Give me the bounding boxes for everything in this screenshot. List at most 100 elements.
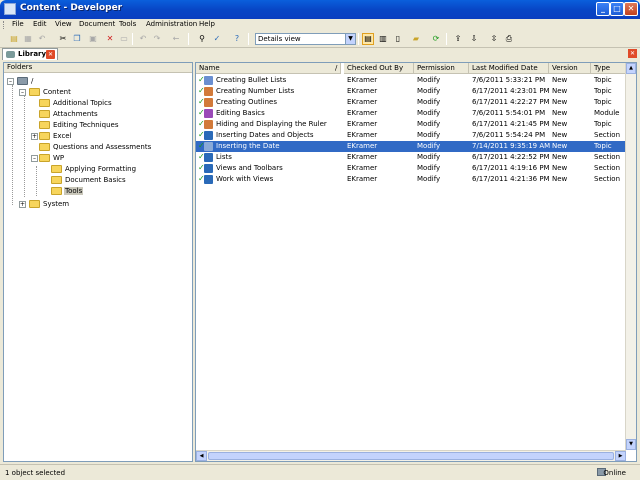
refresh-icon[interactable]: ⟳ — [430, 33, 442, 45]
menubar-grip[interactable] — [3, 21, 6, 29]
collapse-icon[interactable]: – — [7, 78, 14, 85]
spell-check-icon[interactable]: ✓ — [211, 33, 223, 45]
menu-administration[interactable]: Administration — [146, 20, 197, 28]
maximize-button[interactable]: □ — [610, 2, 624, 16]
chevron-down-icon[interactable]: ▼ — [345, 34, 355, 44]
cell-name: Hiding and Displaying the Ruler — [216, 120, 327, 128]
menu-view[interactable]: View — [55, 20, 72, 28]
cell-version: New — [552, 87, 568, 95]
table-row[interactable]: ✓ Inserting the Date EKramer Modify 7/14/201… — [196, 141, 626, 152]
help-icon[interactable]: ? — [231, 33, 243, 45]
scroll-up-icon[interactable]: ▲ — [626, 63, 636, 74]
vertical-scrollbar[interactable]: ▲ ▼ — [625, 63, 636, 450]
column-header-name[interactable]: Name — [196, 63, 341, 74]
cell-checked-out-by: EKramer — [347, 131, 378, 139]
menu-help[interactable]: Help — [199, 20, 215, 28]
publish-icon[interactable]: ⎙ — [503, 33, 515, 45]
table-row[interactable]: ✓ Work with Views EKramer Modify 6/17/2011 4… — [196, 174, 626, 185]
collapse-icon[interactable]: – — [19, 89, 26, 96]
folder-icon — [39, 154, 50, 162]
properties-icon[interactable]: ▭ — [118, 33, 130, 45]
tab-label: Library — [18, 50, 47, 58]
tree-label: Additional Topics — [53, 99, 112, 107]
window-title: Content - Developer — [20, 3, 123, 13]
export-icon[interactable]: ⇳ — [488, 33, 500, 45]
folder-up-icon[interactable]: ▰ — [410, 33, 422, 45]
close-button[interactable]: ✕ — [624, 2, 638, 16]
redo-icon[interactable]: ↷ — [151, 33, 163, 45]
table-row[interactable]: ✓ Creating Outlines EKramer Modify 6/17/2011… — [196, 97, 626, 108]
expand-icon[interactable]: + — [19, 201, 26, 208]
columns-view-icon[interactable]: ▯ — [392, 33, 404, 45]
tree-line — [24, 96, 25, 197]
undo-icon[interactable]: ↶ — [137, 33, 149, 45]
menu-tools[interactable]: Tools — [119, 20, 136, 28]
column-header-type[interactable]: Type — [591, 63, 626, 74]
panel-close-icon[interactable]: ✕ — [628, 49, 637, 58]
column-header-version[interactable]: Version — [549, 63, 591, 74]
minimize-button[interactable]: _ — [596, 2, 610, 16]
tree-line — [12, 85, 13, 205]
table-row[interactable]: ✓ Editing Basics EKramer Modify 7/6/2011 5:5… — [196, 108, 626, 119]
content-list: Name / Checked Out By Permission Last Mo… — [195, 62, 637, 462]
menu-file[interactable]: File — [12, 20, 24, 28]
cell-name: Work with Views — [216, 175, 274, 183]
scroll-left-icon[interactable]: ◀ — [196, 451, 207, 461]
cell-version: New — [552, 109, 568, 117]
scroll-down-icon[interactable]: ▼ — [626, 439, 636, 450]
cell-type: Section — [594, 164, 621, 172]
check-in-icon[interactable]: ⇪ — [452, 33, 464, 45]
status-message: 1 object selected — [5, 469, 66, 477]
tab-library[interactable]: Library ✕ — [2, 48, 58, 60]
table-row[interactable]: ✓ Creating Bullet Lists EKramer Modify 7/6/2… — [196, 75, 626, 86]
document-icon — [204, 164, 213, 173]
column-header-permission[interactable]: Permission — [414, 63, 469, 74]
scroll-thumb[interactable] — [208, 452, 614, 460]
cell-name: Lists — [216, 153, 232, 161]
view-select[interactable]: Details view ▼ — [255, 33, 356, 45]
collapse-icon[interactable]: – — [31, 155, 38, 162]
table-row[interactable]: ✓ Views and Toolbars EKramer Modify 6/17/201… — [196, 163, 626, 174]
menu-document[interactable]: Document — [79, 20, 115, 28]
cell-last-modified: 6/17/2011 4:21:36 PM — [472, 175, 550, 183]
cell-name: Inserting Dates and Objects — [216, 131, 314, 139]
scroll-right-icon[interactable]: ▶ — [615, 451, 626, 461]
paste-icon[interactable]: ▣ — [87, 33, 99, 45]
folder-icon — [39, 110, 50, 118]
find-icon[interactable]: ⚲ — [196, 33, 208, 45]
document-icon — [204, 76, 213, 85]
menu-bar: File Edit View Document Tools Administra… — [0, 19, 640, 31]
check-out-icon[interactable]: ⇩ — [468, 33, 480, 45]
folder-icon — [51, 176, 62, 184]
back-icon[interactable]: ← — [170, 33, 182, 45]
table-row[interactable]: ✓ Creating Number Lists EKramer Modify 6/17/… — [196, 86, 626, 97]
save-icon[interactable]: ▦ — [22, 33, 34, 45]
cell-name: Editing Basics — [216, 109, 265, 117]
toolbar-separator — [446, 33, 447, 45]
status-bar: 1 object selected Online — [0, 464, 640, 480]
cell-name: Creating Outlines — [216, 98, 277, 106]
tree-label: WP — [53, 154, 65, 162]
tree-label: Questions and Assessments — [53, 143, 152, 151]
title-bar: Content - Developer _ □ ✕ — [0, 0, 640, 19]
undo-arrow-icon[interactable]: ↶ — [36, 33, 48, 45]
cut-icon[interactable]: ✂ — [57, 33, 69, 45]
table-row[interactable]: ✓ Inserting Dates and Objects EKramer Modif… — [196, 130, 626, 141]
expand-icon[interactable]: + — [31, 133, 38, 140]
column-header-last-modified[interactable]: Last Modified Date — [469, 63, 549, 74]
table-row[interactable]: ✓ Lists EKramer Modify 6/17/2011 4:22:52 PM N… — [196, 152, 626, 163]
details-view-icon[interactable]: ▤ — [362, 33, 374, 45]
tab-close-icon[interactable]: ✕ — [46, 50, 55, 59]
new-icon[interactable]: ▤ — [8, 33, 20, 45]
cell-permission: Modify — [417, 87, 441, 95]
cell-checked-out-by: EKramer — [347, 76, 378, 84]
cell-version: New — [552, 164, 568, 172]
split-view-icon[interactable]: ▥ — [377, 33, 389, 45]
column-header-checked-out-by[interactable]: Checked Out By — [344, 63, 414, 74]
horizontal-scrollbar[interactable]: ◀ ▶ — [196, 450, 626, 461]
cell-checked-out-by: EKramer — [347, 175, 378, 183]
menu-edit[interactable]: Edit — [33, 20, 47, 28]
copy-icon[interactable]: ❐ — [71, 33, 83, 45]
table-row[interactable]: ✓ Hiding and Displaying the Ruler EKramer M… — [196, 119, 626, 130]
delete-icon[interactable]: ✕ — [104, 33, 116, 45]
